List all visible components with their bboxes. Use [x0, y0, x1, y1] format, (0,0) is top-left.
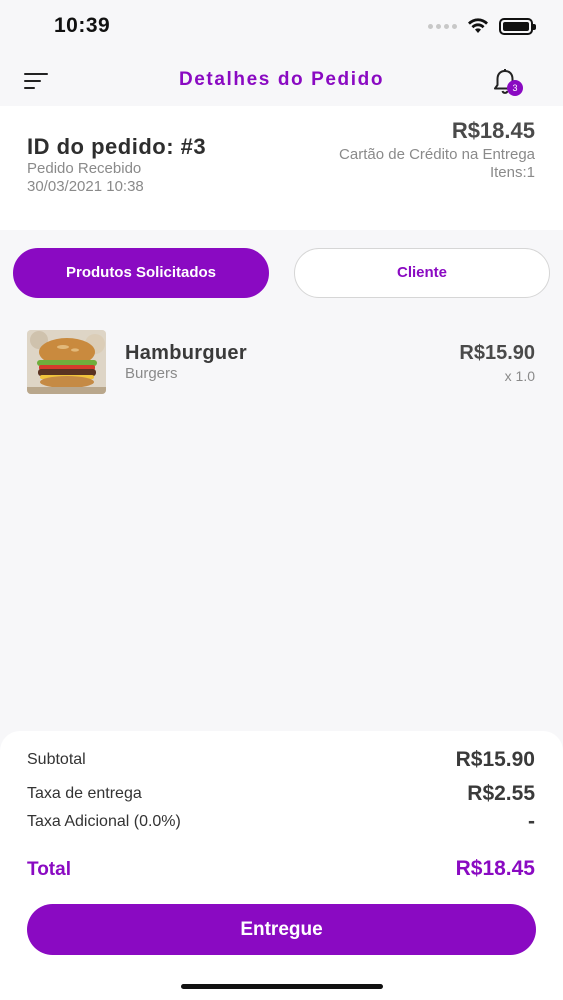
product-category: Burgers [125, 365, 178, 382]
status-time: 10:39 [54, 14, 111, 37]
payment-summary: Subtotal R$15.90 Taxa de entrega R$2.55 … [0, 731, 563, 1000]
battery-icon [499, 17, 536, 35]
product-name: Hamburguer [125, 342, 247, 364]
tab-products[interactable]: Produtos Solicitados [13, 248, 269, 298]
burger-image [27, 330, 106, 394]
cellular-signal-icon [428, 23, 457, 29]
notification-badge: 3 [507, 80, 523, 96]
notification-bell-icon[interactable]: 3 [490, 66, 524, 100]
additional-fee-value: - [528, 810, 535, 833]
payment-method: Cartão de Crédito na Entrega [339, 146, 535, 163]
wifi-icon [468, 18, 488, 33]
product-price: R$15.90 [459, 342, 535, 364]
status-icons [428, 16, 536, 36]
delivery-fee-value: R$2.55 [467, 782, 535, 805]
delivery-fee-label: Taxa de entrega [27, 785, 142, 802]
total-label: Total [27, 859, 71, 880]
delivered-button[interactable]: Entregue [27, 904, 536, 955]
status-bar: 10:39 [0, 0, 563, 56]
order-total: R$18.45 [451, 118, 535, 143]
order-id: ID do pedido: #3 [27, 134, 207, 159]
order-summary-card: ID do pedido: #3 Pedido Recebido 30/03/2… [0, 106, 563, 230]
product-row[interactable]: Hamburguer Burgers R$15.90 x 1.0 [0, 322, 563, 402]
total-value: R$18.45 [455, 857, 535, 880]
nav-bar: Detalhes do Pedido 3 [0, 56, 563, 106]
product-quantity: x 1.0 [504, 368, 535, 384]
additional-fee-label: Taxa Adicional (0.0%) [27, 813, 181, 830]
home-indicator[interactable] [181, 984, 383, 989]
order-date: 30/03/2021 10:38 [27, 178, 144, 195]
order-status: Pedido Recebido [27, 160, 142, 177]
subtotal-value: R$15.90 [455, 748, 535, 771]
tab-customer[interactable]: Cliente [294, 248, 550, 298]
page-title: Detalhes do Pedido [178, 69, 385, 90]
subtotal-label: Subtotal [27, 751, 86, 768]
item-count: Itens:1 [489, 164, 535, 181]
